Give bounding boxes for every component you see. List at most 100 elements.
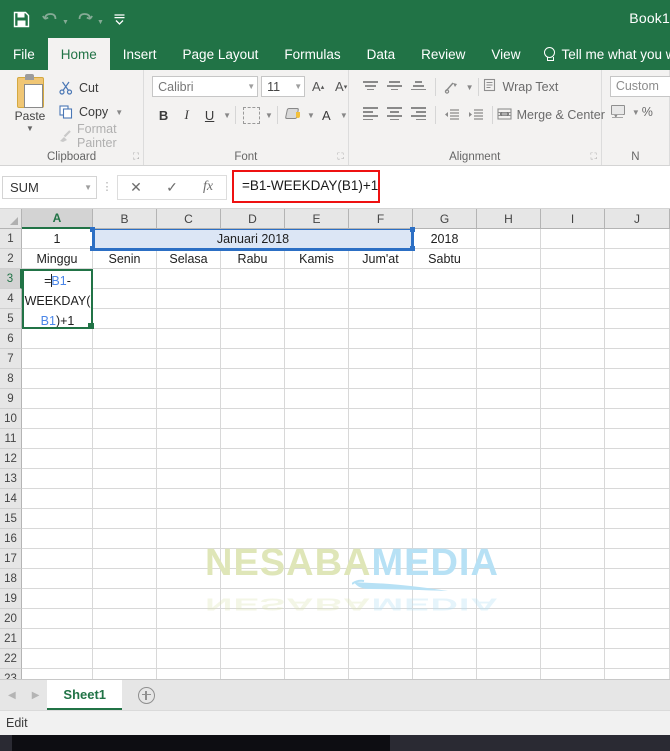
cell-G10[interactable] xyxy=(413,409,477,429)
cell-E22[interactable] xyxy=(285,649,349,669)
cell-F10[interactable] xyxy=(349,409,413,429)
column-header-h[interactable]: H xyxy=(477,209,541,229)
cell-H6[interactable] xyxy=(477,329,541,349)
cell-C23[interactable] xyxy=(157,669,221,679)
column-header-g[interactable]: G xyxy=(413,209,477,229)
cell-I9[interactable] xyxy=(541,389,605,409)
cell-I12[interactable] xyxy=(541,449,605,469)
cell-I10[interactable] xyxy=(541,409,605,429)
paste-dropdown-icon[interactable]: ▼ xyxy=(6,124,54,133)
merged-selection-handle-br[interactable] xyxy=(410,246,415,251)
cell-J17[interactable] xyxy=(605,549,670,569)
row-header-6[interactable]: 6 xyxy=(0,329,22,349)
align-center-button[interactable] xyxy=(383,104,407,126)
copy-button[interactable]: Copy ▼ xyxy=(58,100,143,124)
cell-E11[interactable] xyxy=(285,429,349,449)
fill-color-dropdown-icon[interactable]: ▼ xyxy=(307,111,315,120)
cell-F13[interactable] xyxy=(349,469,413,489)
formula-input[interactable]: =B1-WEEKDAY(B1)+1 xyxy=(242,178,378,193)
cell-H7[interactable] xyxy=(477,349,541,369)
cell-E2[interactable]: Kamis xyxy=(285,249,349,269)
cell-G3[interactable] xyxy=(413,269,477,289)
cell-G22[interactable] xyxy=(413,649,477,669)
cell-E7[interactable] xyxy=(285,349,349,369)
row-header-14[interactable]: 14 xyxy=(0,489,22,509)
cell-H14[interactable] xyxy=(477,489,541,509)
cell-J7[interactable] xyxy=(605,349,670,369)
row-header-9[interactable]: 9 xyxy=(0,389,22,409)
cell-G9[interactable] xyxy=(413,389,477,409)
cell-F17[interactable] xyxy=(349,549,413,569)
cell-E3[interactable] xyxy=(285,269,349,289)
row-header-21[interactable]: 21 xyxy=(0,629,22,649)
cell-A17[interactable] xyxy=(22,549,93,569)
cell-A19[interactable] xyxy=(22,589,93,609)
cell-F15[interactable] xyxy=(349,509,413,529)
cell-I5[interactable] xyxy=(541,309,605,329)
cell-C14[interactable] xyxy=(157,489,221,509)
cell-G19[interactable] xyxy=(413,589,477,609)
cell-A3-editor[interactable]: =B1- WEEKDAY( B1)+1 xyxy=(22,269,93,329)
cell-A23[interactable] xyxy=(22,669,93,679)
cell-H20[interactable] xyxy=(477,609,541,629)
cell-I2[interactable] xyxy=(541,249,605,269)
cell-D11[interactable] xyxy=(221,429,285,449)
align-bottom-button[interactable] xyxy=(407,76,431,98)
redo-dropdown-icon[interactable]: ▼ xyxy=(97,19,104,26)
cell-E8[interactable] xyxy=(285,369,349,389)
cell-G16[interactable] xyxy=(413,529,477,549)
fill-handle[interactable] xyxy=(88,323,94,329)
cell-B18[interactable] xyxy=(93,569,157,589)
cell-F11[interactable] xyxy=(349,429,413,449)
cell-C16[interactable] xyxy=(157,529,221,549)
cell-D7[interactable] xyxy=(221,349,285,369)
column-header-c[interactable]: C xyxy=(157,209,221,229)
cell-B7[interactable] xyxy=(93,349,157,369)
cell-E16[interactable] xyxy=(285,529,349,549)
cell-B19[interactable] xyxy=(93,589,157,609)
cell-A14[interactable] xyxy=(22,489,93,509)
cut-button[interactable]: Cut xyxy=(58,76,143,100)
borders-dropdown-icon[interactable]: ▼ xyxy=(265,111,273,120)
next-sheet-button[interactable]: ▶ xyxy=(32,690,40,701)
cell-I23[interactable] xyxy=(541,669,605,679)
cell-I3[interactable] xyxy=(541,269,605,289)
column-header-f[interactable]: F xyxy=(349,209,413,229)
paste-button[interactable]: Paste ▼ xyxy=(6,74,54,133)
cell-C11[interactable] xyxy=(157,429,221,449)
cell-J19[interactable] xyxy=(605,589,670,609)
format-painter-button[interactable]: Format Painter xyxy=(58,122,143,150)
cell-I22[interactable] xyxy=(541,649,605,669)
cell-D19[interactable] xyxy=(221,589,285,609)
cell-E23[interactable] xyxy=(285,669,349,679)
cell-F14[interactable] xyxy=(349,489,413,509)
tab-review[interactable]: Review xyxy=(408,38,478,70)
cell-D15[interactable] xyxy=(221,509,285,529)
cell-E17[interactable] xyxy=(285,549,349,569)
cell-G11[interactable] xyxy=(413,429,477,449)
cell-J5[interactable] xyxy=(605,309,670,329)
cell-D20[interactable] xyxy=(221,609,285,629)
cell-B14[interactable] xyxy=(93,489,157,509)
cell-J1[interactable] xyxy=(605,229,670,249)
cell-C7[interactable] xyxy=(157,349,221,369)
cell-H15[interactable] xyxy=(477,509,541,529)
cell-H16[interactable] xyxy=(477,529,541,549)
cell-I1[interactable] xyxy=(541,229,605,249)
cell-I4[interactable] xyxy=(541,289,605,309)
row-header-15[interactable]: 15 xyxy=(0,509,22,529)
cell-C18[interactable] xyxy=(157,569,221,589)
cell-H18[interactable] xyxy=(477,569,541,589)
cell-G1[interactable]: 2018 xyxy=(413,229,477,249)
font-dialog-launcher-icon[interactable]: ⛶ xyxy=(337,151,343,162)
cell-B3[interactable] xyxy=(93,269,157,289)
cell-A7[interactable] xyxy=(22,349,93,369)
align-middle-button[interactable] xyxy=(383,76,407,98)
cell-G21[interactable] xyxy=(413,629,477,649)
cell-B13[interactable] xyxy=(93,469,157,489)
underline-button[interactable]: U xyxy=(198,104,221,126)
cell-E13[interactable] xyxy=(285,469,349,489)
cell-H1[interactable] xyxy=(477,229,541,249)
cell-E19[interactable] xyxy=(285,589,349,609)
cell-B9[interactable] xyxy=(93,389,157,409)
